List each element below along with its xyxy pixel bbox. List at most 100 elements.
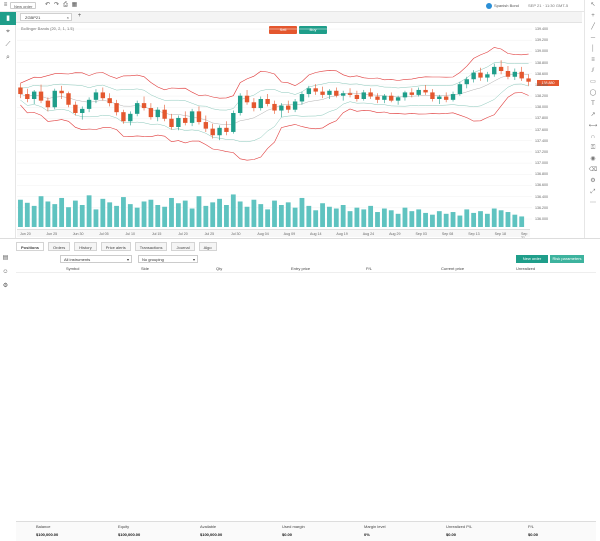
account-icon[interactable]: ☺ [2, 269, 9, 276]
settings-panel-icon[interactable]: ⚙ [2, 283, 9, 290]
x-tick-label: Jun 25 [46, 232, 58, 236]
lock-icon[interactable]: ⚿ [585, 143, 600, 154]
column-header[interactable]: Current price [441, 266, 464, 271]
volume-bar [416, 209, 422, 227]
instrument-filter[interactable]: All instruments ▾ [60, 255, 132, 263]
candle-body [327, 90, 332, 95]
x-tick-label: Aug 29 [389, 232, 401, 236]
bottom-tab[interactable]: History [74, 242, 97, 251]
menu-icon[interactable]: ≡ [2, 2, 9, 9]
add-tab-icon[interactable]: + [76, 13, 83, 20]
redo-icon[interactable]: ↷ [53, 2, 60, 9]
volume-bar [45, 201, 51, 227]
column-header[interactable]: Entry price [291, 266, 310, 271]
zoom-icon[interactable]: ⌕ [0, 51, 16, 64]
x-tick-label: Aug 19 [336, 232, 348, 236]
volume-bar [464, 209, 470, 227]
candle-body [361, 92, 366, 99]
text-icon[interactable]: T [585, 99, 600, 110]
close-icon[interactable]: × [67, 14, 69, 21]
fullscreen-icon[interactable]: ⤢ [585, 187, 600, 198]
summary-value: $100,000.00 [118, 532, 141, 537]
volume-bar [505, 212, 511, 227]
horizontal-line-icon[interactable]: ─ [585, 33, 600, 44]
candle-body [279, 105, 284, 111]
candle-body [244, 95, 250, 103]
volume-bar [423, 212, 428, 227]
more-icon[interactable]: ⋯ [585, 198, 600, 209]
server-time: SEP 21 · 11:30 GMT-5 [528, 3, 569, 8]
volume-bar [31, 205, 37, 227]
new-order-button[interactable]: New order [516, 255, 548, 263]
trash-icon[interactable]: ⌫ [585, 165, 600, 176]
chart-tab-zgbp21[interactable]: ZGBP21 × [20, 13, 72, 21]
grouping-filter[interactable]: No grouping ▾ [138, 255, 198, 263]
bottom-tab[interactable]: Orders [48, 242, 71, 251]
screenshot-icon[interactable]: ⎙ [62, 2, 69, 9]
arrow-icon[interactable]: ↗ [585, 110, 600, 121]
candle-body [512, 71, 518, 77]
volume-bar [127, 204, 133, 227]
bottom-tab[interactable]: Price alerts [100, 242, 131, 251]
bottom-tab[interactable]: Transactions [134, 242, 168, 251]
new-order-menu-button[interactable]: New order [10, 2, 37, 9]
candle-body [45, 100, 51, 108]
settings-icon[interactable]: ⚙ [585, 176, 600, 187]
time-axis[interactable]: Jun 20 Jun 25 Jun 30 Jul 05 Jul 10 Jul 15 Jul … [17, 229, 530, 240]
volume-bar [402, 207, 408, 227]
x-tick-label: Jun 20 [20, 232, 31, 236]
risk-button[interactable]: Risk parameters [550, 255, 584, 263]
cursor-icon[interactable]: ↖ [585, 0, 600, 11]
vertical-line-icon[interactable]: │ [585, 44, 600, 55]
x-tick-label: Jul 20 [178, 232, 188, 236]
y-tick-label: 139.200 [535, 38, 548, 43]
candle-body [478, 72, 483, 78]
volume-bar [333, 208, 339, 227]
trend-line-icon[interactable]: ╱ [585, 22, 600, 33]
candle-body [505, 71, 511, 77]
bottom-tab[interactable]: Algo [198, 242, 217, 251]
y-tick-label: 139.400 [535, 27, 548, 31]
ellipse-icon[interactable]: ◯ [585, 88, 600, 99]
volume-bar [299, 197, 305, 227]
crosshair-icon[interactable]: ⌖ [0, 25, 16, 38]
rectangle-icon[interactable]: ▭ [585, 77, 600, 88]
column-header[interactable]: Qty [216, 266, 222, 271]
column-header[interactable]: Side [141, 266, 149, 271]
column-header[interactable]: Unrealized [516, 266, 535, 271]
layout-icon[interactable]: ▦ [71, 2, 78, 9]
candle-body [375, 96, 380, 100]
eye-icon[interactable]: ◉ [585, 154, 600, 165]
undo-icon[interactable]: ↶ [44, 2, 51, 9]
column-header[interactable]: P/L [366, 266, 372, 271]
column-header[interactable]: Symbol [66, 266, 79, 271]
x-tick-label: Jul 25 [204, 232, 215, 236]
x-tick-label: Aug 04 [257, 232, 269, 236]
bottom-tab[interactable]: Positions [16, 242, 45, 251]
volume-bar [278, 205, 284, 227]
candle-body [162, 109, 167, 119]
instrument-name: Spanish Bond [494, 3, 519, 8]
candle-body [354, 94, 360, 99]
price-chart[interactable]: Bollinger Bands (20, 2, 1, 1.5) Sell Buy… [17, 23, 584, 230]
channel-icon[interactable]: ⫽ [585, 66, 600, 77]
volume-bar [512, 214, 518, 227]
chart-type-icon[interactable]: ▮ [0, 12, 16, 25]
chart-canvas[interactable] [17, 23, 584, 230]
draw-line-icon[interactable]: ⟋ [0, 38, 16, 51]
volume-bar [436, 211, 442, 227]
crosshair-tool-icon[interactable]: + [585, 11, 600, 22]
volume-bar [162, 206, 168, 227]
candle-body [86, 99, 92, 109]
volume-bar [196, 196, 202, 227]
top-bar: ≡ New order ↶ ↷ ⎙ ▦ Spanish Bond SEP 21 … [0, 0, 600, 12]
candle-body [299, 94, 305, 102]
magnet-icon[interactable]: ∩ [585, 132, 600, 143]
fibonacci-icon[interactable]: ≡ [585, 55, 600, 66]
chart-panel-icon[interactable]: ▤ [2, 255, 9, 262]
measure-icon[interactable]: ⟷ [585, 121, 600, 132]
candle-body [464, 79, 469, 85]
chevron-down-icon: ▾ [192, 257, 195, 262]
summary-label: Available [200, 524, 217, 529]
bottom-tab[interactable]: Journal [171, 242, 195, 251]
